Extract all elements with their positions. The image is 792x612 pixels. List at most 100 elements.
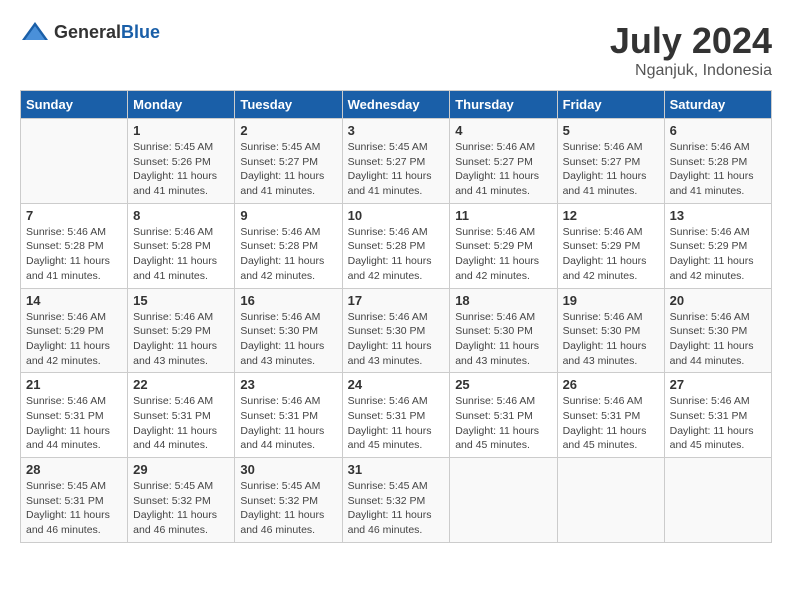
day-info: Sunrise: 5:46 AMSunset: 5:29 PMDaylight:… — [455, 225, 551, 284]
calendar-cell: 24 Sunrise: 5:46 AMSunset: 5:31 PMDayligh… — [342, 373, 450, 458]
day-info: Sunrise: 5:46 AMSunset: 5:31 PMDaylight:… — [348, 394, 445, 453]
day-number: 12 — [563, 208, 659, 223]
calendar-cell: 12Sunrise: 5:46 AMSunset: 5:29 PMDayligh… — [557, 203, 664, 288]
calendar-cell: 22 Sunrise: 5:46 AMSunset: 5:31 PMDayligh… — [128, 373, 235, 458]
day-number: 26 — [563, 377, 659, 392]
day-info: Sunrise: 5:46 AMSunset: 5:28 PMDaylight:… — [240, 225, 336, 284]
day-info: Sunrise: 5:46 AMSunset: 5:27 PMDaylight:… — [455, 140, 551, 199]
calendar-body: 1 Sunrise: 5:45 AMSunset: 5:26 PMDaylight… — [21, 119, 772, 543]
calendar-cell: 4 Sunrise: 5:46 AMSunset: 5:27 PMDaylight… — [450, 119, 557, 204]
calendar-cell: 6Sunrise: 5:46 AMSunset: 5:28 PMDaylight… — [664, 119, 771, 204]
day-number: 8 — [133, 208, 229, 223]
calendar-cell: 16Sunrise: 5:46 AMSunset: 5:30 PMDayligh… — [235, 288, 342, 373]
header-cell-wednesday: Wednesday — [342, 91, 450, 119]
logo: GeneralBlue — [20, 20, 160, 44]
day-info: Sunrise: 5:46 AMSunset: 5:30 PMDaylight:… — [348, 310, 445, 369]
day-number: 31 — [348, 462, 445, 477]
logo-blue: Blue — [121, 22, 160, 42]
day-number: 14 — [26, 293, 122, 308]
calendar-cell: 7Sunrise: 5:46 AMSunset: 5:28 PMDaylight… — [21, 203, 128, 288]
calendar-cell: 1 Sunrise: 5:45 AMSunset: 5:26 PMDaylight… — [128, 119, 235, 204]
day-number: 16 — [240, 293, 336, 308]
calendar-cell: 29Sunrise: 5:45 AMSunset: 5:32 PMDayligh… — [128, 458, 235, 543]
day-number: 18 — [455, 293, 551, 308]
day-info: Sunrise: 5:45 AMSunset: 5:32 PMDaylight:… — [348, 479, 445, 538]
title-block: July 2024 Nganjuk, Indonesia — [610, 20, 772, 80]
calendar-cell — [21, 119, 128, 204]
day-number: 4 — [455, 123, 551, 138]
day-number: 5 — [563, 123, 659, 138]
header-row: SundayMondayTuesdayWednesdayThursdayFrid… — [21, 91, 772, 119]
day-info: Sunrise: 5:45 AMSunset: 5:31 PMDaylight:… — [26, 479, 122, 538]
day-info: Sunrise: 5:46 AMSunset: 5:28 PMDaylight:… — [670, 140, 766, 199]
day-info: Sunrise: 5:45 AMSunset: 5:27 PMDaylight:… — [348, 140, 445, 199]
logo-general: General — [54, 22, 121, 42]
day-info: Sunrise: 5:45 AMSunset: 5:27 PMDaylight:… — [240, 140, 336, 199]
calendar-cell: 8 Sunrise: 5:46 AMSunset: 5:28 PMDaylight… — [128, 203, 235, 288]
header-cell-thursday: Thursday — [450, 91, 557, 119]
calendar-cell: 31 Sunrise: 5:45 AMSunset: 5:32 PMDayligh… — [342, 458, 450, 543]
day-info: Sunrise: 5:46 AMSunset: 5:31 PMDaylight:… — [133, 394, 229, 453]
page-header: GeneralBlue July 2024 Nganjuk, Indonesia — [20, 20, 772, 80]
calendar-cell: 10Sunrise: 5:46 AMSunset: 5:28 PMDayligh… — [342, 203, 450, 288]
day-info: Sunrise: 5:46 AMSunset: 5:31 PMDaylight:… — [670, 394, 766, 453]
calendar-cell: 14 Sunrise: 5:46 AMSunset: 5:29 PMDayligh… — [21, 288, 128, 373]
day-info: Sunrise: 5:45 AMSunset: 5:32 PMDaylight:… — [133, 479, 229, 538]
day-number: 10 — [348, 208, 445, 223]
calendar-cell — [450, 458, 557, 543]
day-info: Sunrise: 5:46 AMSunset: 5:31 PMDaylight:… — [240, 394, 336, 453]
day-number: 17 — [348, 293, 445, 308]
calendar-cell: 5 Sunrise: 5:46 AMSunset: 5:27 PMDaylight… — [557, 119, 664, 204]
day-info: Sunrise: 5:46 AMSunset: 5:30 PMDaylight:… — [455, 310, 551, 369]
day-info: Sunrise: 5:46 AMSunset: 5:31 PMDaylight:… — [26, 394, 122, 453]
calendar-cell: 13 Sunrise: 5:46 AMSunset: 5:29 PMDayligh… — [664, 203, 771, 288]
calendar-cell: 30 Sunrise: 5:45 AMSunset: 5:32 PMDayligh… — [235, 458, 342, 543]
day-number: 30 — [240, 462, 336, 477]
day-info: Sunrise: 5:45 AMSunset: 5:32 PMDaylight:… — [240, 479, 336, 538]
calendar-cell — [557, 458, 664, 543]
day-number: 24 — [348, 377, 445, 392]
day-number: 21 — [26, 377, 122, 392]
day-info: Sunrise: 5:45 AMSunset: 5:26 PMDaylight:… — [133, 140, 229, 199]
calendar-cell: 20Sunrise: 5:46 AMSunset: 5:30 PMDayligh… — [664, 288, 771, 373]
day-number: 9 — [240, 208, 336, 223]
calendar-cell: 15Sunrise: 5:46 AMSunset: 5:29 PMDayligh… — [128, 288, 235, 373]
day-number: 1 — [133, 123, 229, 138]
header-cell-saturday: Saturday — [664, 91, 771, 119]
day-number: 19 — [563, 293, 659, 308]
day-info: Sunrise: 5:46 AMSunset: 5:27 PMDaylight:… — [563, 140, 659, 199]
day-info: Sunrise: 5:46 AMSunset: 5:30 PMDaylight:… — [563, 310, 659, 369]
calendar-cell: 9 Sunrise: 5:46 AMSunset: 5:28 PMDaylight… — [235, 203, 342, 288]
day-info: Sunrise: 5:46 AMSunset: 5:29 PMDaylight:… — [670, 225, 766, 284]
day-info: Sunrise: 5:46 AMSunset: 5:31 PMDaylight:… — [455, 394, 551, 453]
calendar-cell: 18 Sunrise: 5:46 AMSunset: 5:30 PMDayligh… — [450, 288, 557, 373]
day-number: 22 — [133, 377, 229, 392]
day-number: 25 — [455, 377, 551, 392]
calendar-cell: 2Sunrise: 5:45 AMSunset: 5:27 PMDaylight… — [235, 119, 342, 204]
day-number: 28 — [26, 462, 122, 477]
logo-text: GeneralBlue — [54, 22, 160, 43]
week-row-5: 28 Sunrise: 5:45 AMSunset: 5:31 PMDayligh… — [21, 458, 772, 543]
header-cell-sunday: Sunday — [21, 91, 128, 119]
day-number: 20 — [670, 293, 766, 308]
calendar-cell: 28 Sunrise: 5:45 AMSunset: 5:31 PMDayligh… — [21, 458, 128, 543]
day-info: Sunrise: 5:46 AMSunset: 5:29 PMDaylight:… — [133, 310, 229, 369]
logo-icon — [20, 20, 50, 44]
calendar-cell: 25 Sunrise: 5:46 AMSunset: 5:31 PMDayligh… — [450, 373, 557, 458]
calendar-cell: 26Sunrise: 5:46 AMSunset: 5:31 PMDayligh… — [557, 373, 664, 458]
calendar-cell — [664, 458, 771, 543]
calendar-cell: 21 Sunrise: 5:46 AMSunset: 5:31 PMDayligh… — [21, 373, 128, 458]
day-info: Sunrise: 5:46 AMSunset: 5:28 PMDaylight:… — [26, 225, 122, 284]
day-info: Sunrise: 5:46 AMSunset: 5:28 PMDaylight:… — [133, 225, 229, 284]
day-number: 13 — [670, 208, 766, 223]
day-number: 11 — [455, 208, 551, 223]
calendar-header: SundayMondayTuesdayWednesdayThursdayFrid… — [21, 91, 772, 119]
day-number: 27 — [670, 377, 766, 392]
day-info: Sunrise: 5:46 AMSunset: 5:29 PMDaylight:… — [26, 310, 122, 369]
day-number: 3 — [348, 123, 445, 138]
week-row-3: 14 Sunrise: 5:46 AMSunset: 5:29 PMDayligh… — [21, 288, 772, 373]
calendar-table: SundayMondayTuesdayWednesdayThursdayFrid… — [20, 90, 772, 543]
calendar-cell: 27 Sunrise: 5:46 AMSunset: 5:31 PMDayligh… — [664, 373, 771, 458]
calendar-cell: 11 Sunrise: 5:46 AMSunset: 5:29 PMDayligh… — [450, 203, 557, 288]
header-cell-tuesday: Tuesday — [235, 91, 342, 119]
